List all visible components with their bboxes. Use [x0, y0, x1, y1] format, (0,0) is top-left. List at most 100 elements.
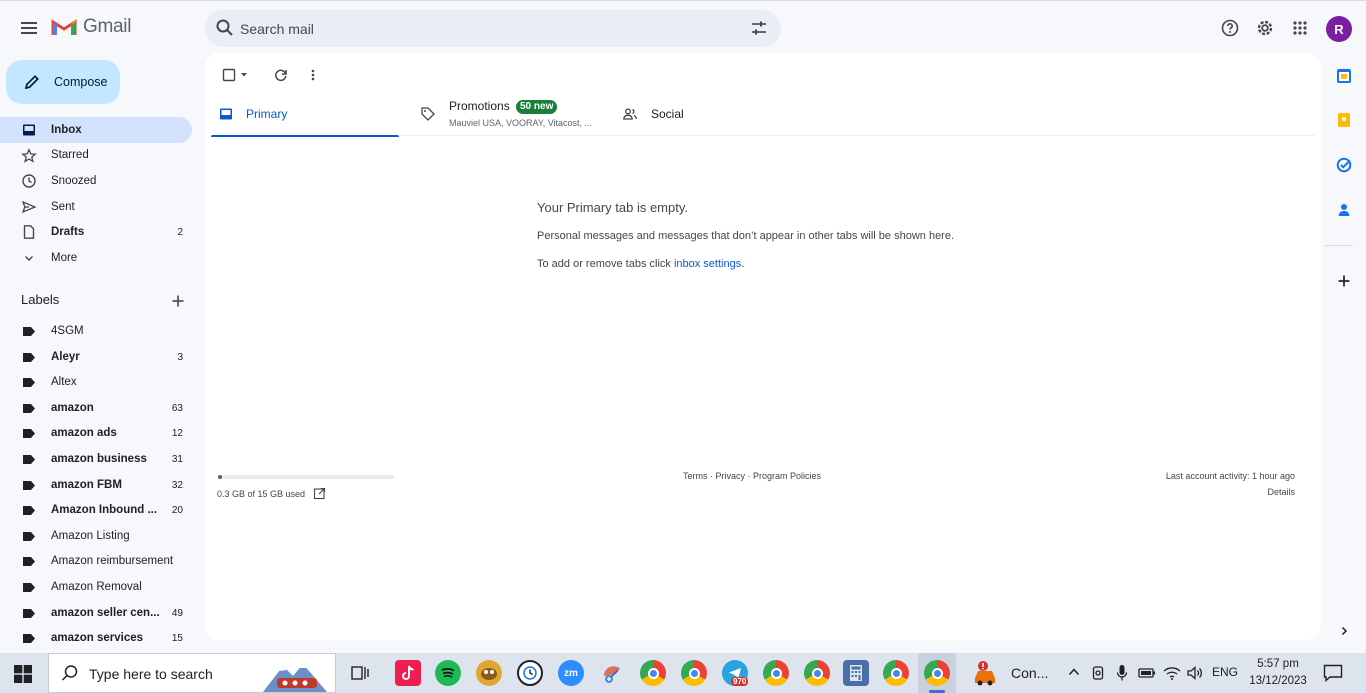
calendar-app[interactable] — [1334, 66, 1354, 86]
calculator-app[interactable] — [843, 660, 869, 686]
storage-usage[interactable]: 0.3 GB of 15 GB used — [217, 487, 326, 500]
compose-button[interactable]: Compose — [6, 60, 120, 104]
zoom-label: zm — [564, 667, 578, 679]
chrome-app-profile-l[interactable] — [681, 660, 707, 686]
task-view-icon[interactable] — [351, 664, 369, 682]
label-item[interactable]: Amazon Listing — [0, 524, 192, 550]
get-addons-button[interactable] — [1334, 271, 1354, 291]
refresh-button[interactable] — [271, 65, 291, 85]
details-link[interactable]: Details — [1267, 487, 1295, 497]
spotify-app[interactable] — [435, 660, 461, 686]
label-tag-icon — [23, 378, 35, 388]
plus-icon[interactable] — [169, 292, 187, 310]
sidebar-item-sent[interactable]: Sent — [0, 194, 192, 220]
main-panel: Primary Promotions 50 new Mauviel USA, V… — [205, 53, 1321, 640]
more-options-button[interactable] — [303, 65, 323, 85]
game-app[interactable] — [476, 660, 502, 686]
google-apps-button[interactable] — [1287, 15, 1313, 41]
labels-heading: Labels — [21, 292, 60, 307]
label-count: 31 — [171, 453, 183, 465]
snipping-app[interactable] — [599, 660, 625, 686]
tasks-app[interactable] — [1334, 155, 1354, 175]
sidebar-item-more[interactable]: More — [0, 245, 192, 271]
show-side-panel-button[interactable] — [1334, 621, 1354, 641]
search-options-icon[interactable] — [749, 18, 769, 38]
tasks-icon — [1336, 157, 1352, 173]
label-item[interactable]: Altex — [0, 370, 192, 396]
settings-button[interactable] — [1252, 15, 1278, 41]
clock[interactable]: 5:57 pm 13/12/2023 — [1246, 656, 1310, 690]
chrome-app-profile-m2[interactable] — [804, 660, 830, 686]
help-icon — [1221, 19, 1239, 37]
tiktok-app[interactable] — [395, 660, 421, 686]
clock-app[interactable] — [517, 660, 543, 686]
hint-suffix: . — [741, 258, 745, 270]
plus-icon — [1338, 275, 1350, 287]
label-item[interactable]: 4SGM — [0, 319, 192, 345]
support-button[interactable] — [1217, 15, 1243, 41]
sidebar-item-inbox[interactable]: Inbox — [0, 117, 192, 143]
contacts-icon — [1338, 204, 1350, 216]
label-tag-icon — [23, 327, 35, 336]
label-item[interactable]: Amazon Inbound ... 20 — [0, 498, 192, 524]
tab-primary[interactable]: Primary — [211, 91, 399, 137]
label-item[interactable]: amazon business 31 — [0, 447, 192, 473]
zoom-app[interactable]: zm — [558, 660, 584, 686]
label-item[interactable]: amazon seller cen... 49 — [0, 601, 192, 627]
tiktok-icon — [402, 665, 414, 680]
chrome-app-profile-1[interactable] — [640, 660, 666, 686]
chrome-app-profile-m[interactable] — [763, 660, 789, 686]
label-item[interactable]: Amazon reimbursement — [0, 549, 192, 575]
connection-app[interactable]: Con... — [973, 660, 1048, 686]
refresh-icon — [275, 69, 287, 82]
chevron-down-icon — [25, 255, 33, 261]
taskbar-search-box[interactable]: Type here to search — [48, 653, 336, 693]
camera-icon[interactable] — [1092, 665, 1106, 681]
account-avatar[interactable]: R — [1326, 16, 1352, 42]
car-warning-icon — [975, 661, 995, 686]
sidebar-item-drafts[interactable]: Drafts 2 — [0, 219, 192, 245]
battery-icon[interactable] — [1138, 666, 1156, 680]
label-tag-icon — [23, 429, 35, 439]
label-item[interactable]: Aleyr 3 — [0, 345, 192, 371]
select-dropdown[interactable] — [239, 65, 249, 85]
label-item[interactable]: amazon ads 12 — [0, 421, 192, 447]
label-count: 3 — [177, 351, 183, 363]
search-input[interactable] — [240, 14, 730, 43]
label-item[interactable]: Amazon Removal — [0, 575, 192, 601]
sidebar-item-snoozed[interactable]: Snoozed — [0, 168, 192, 194]
mail-toolbar — [219, 65, 323, 85]
chevron-up-icon[interactable] — [1068, 667, 1080, 677]
select-checkbox[interactable] — [219, 65, 239, 85]
label-count: 49 — [171, 607, 183, 619]
inbox-settings-link[interactable]: inbox settings — [674, 258, 741, 270]
wifi-icon[interactable] — [1163, 665, 1181, 681]
chevron-right-icon — [1341, 626, 1348, 636]
keep-icon — [1338, 113, 1350, 127]
label-count: 12 — [171, 428, 183, 440]
tab-promotions[interactable]: Promotions 50 new Mauviel USA, VOORAY, V… — [419, 91, 609, 136]
send-icon — [21, 200, 37, 213]
apps-grid-icon — [1293, 21, 1307, 35]
volume-icon[interactable] — [1186, 665, 1204, 681]
language-indicator[interactable]: ENG — [1212, 665, 1238, 679]
keep-app[interactable] — [1334, 110, 1354, 130]
label-name: Amazon Listing — [51, 529, 130, 542]
search-icon[interactable] — [215, 18, 235, 38]
tab-social[interactable]: Social — [621, 91, 781, 136]
contacts-app[interactable] — [1334, 200, 1354, 220]
sidebar-item-starred[interactable]: Starred — [0, 143, 192, 169]
main-menu-button[interactable] — [16, 15, 42, 41]
microphone-icon[interactable] — [1116, 664, 1128, 682]
label-item[interactable]: amazon services 15 — [0, 626, 192, 652]
footer-links[interactable]: Terms · Privacy · Program Policies — [683, 471, 821, 481]
gmail-logo[interactable]: Gmail — [51, 16, 131, 38]
chrome-app-profile-r[interactable] — [924, 660, 950, 686]
search-highlight-art — [263, 664, 327, 692]
windows-start-icon[interactable] — [14, 665, 32, 683]
label-item[interactable]: amazon 63 — [0, 396, 192, 422]
chrome-app-profile-s[interactable] — [883, 660, 909, 686]
notification-icon[interactable] — [1323, 664, 1343, 682]
calculator-icon — [850, 665, 862, 681]
label-item[interactable]: amazon FBM 32 — [0, 473, 192, 499]
